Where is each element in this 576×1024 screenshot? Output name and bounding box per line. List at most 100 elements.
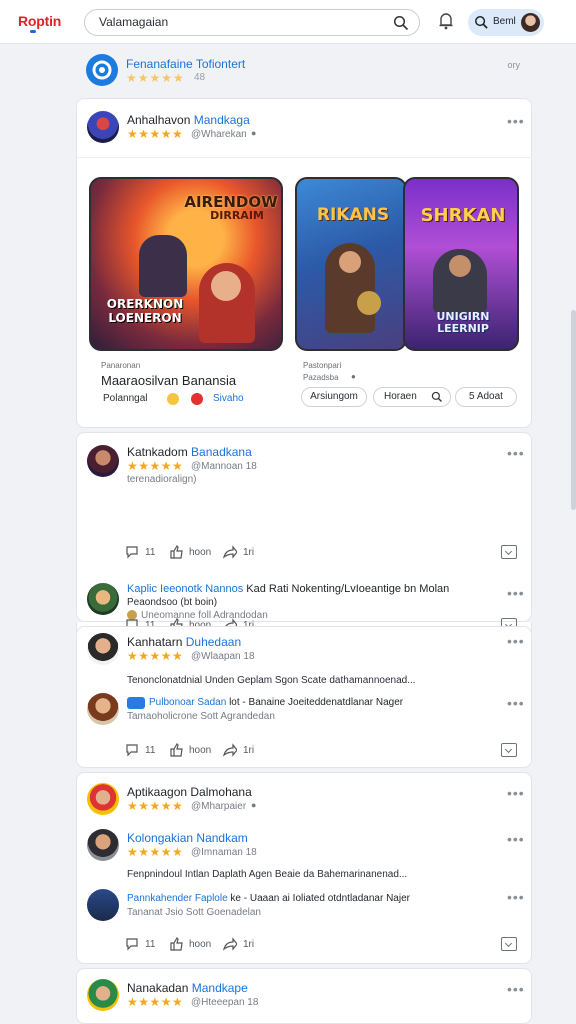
user-handle: @Wlaapan 18 [191, 651, 255, 662]
notification-icon[interactable] [438, 12, 454, 30]
user-name[interactable]: Aptikaagon Dalmohana [127, 785, 252, 799]
user-subline: terenadioralign) [127, 474, 197, 485]
game-tag: Polanngal [103, 393, 148, 404]
post-card: Nanakadan Mandkape ★★★★★ @Hteeepan 18 ••… [76, 968, 532, 1024]
more-options-icon[interactable]: ••• [507, 695, 525, 711]
cover-tagline: ORERKNON LOENERON [106, 297, 184, 325]
action-pill[interactable]: 5 Adoat [455, 387, 517, 407]
row-meta: ory [507, 60, 520, 70]
search-icon [431, 391, 442, 402]
user-handle: @Imnaman 18 [191, 847, 257, 858]
game-cover-image[interactable]: AIRENDOW DIRRAIM ORERKNON LOENERON [89, 177, 283, 351]
game-cover-image[interactable]: SHRKAN UNIGIRN LEERNIP [403, 177, 519, 351]
game-meta: Pastonpari [303, 361, 342, 370]
avatar[interactable] [87, 783, 119, 815]
cover-tagline: UNIGIRN LEERNIP [436, 310, 490, 335]
avatar[interactable] [87, 829, 119, 861]
game-meta: Pazadsba [303, 373, 339, 382]
save-icon[interactable] [501, 743, 517, 757]
avatar[interactable] [87, 583, 119, 615]
cover-subtitle: DIRRAIM [210, 209, 264, 222]
verified-icon: ● [251, 800, 257, 810]
search-icon[interactable] [393, 15, 409, 31]
rating-stars: ★★★★★ [127, 799, 184, 813]
share-icon[interactable] [223, 545, 237, 559]
user-name[interactable]: Anhalhavon Mandkaga [127, 113, 250, 127]
user-handle: @Mharpaier [191, 801, 247, 812]
app-icon [86, 54, 118, 86]
avatar[interactable] [87, 889, 119, 921]
like-count: hoon [189, 939, 212, 950]
user-name[interactable]: Pulbonoar Sadan lot - Banaine Joeitedden… [149, 697, 403, 708]
action-pill[interactable]: Arsiungom [301, 387, 367, 407]
game-title[interactable]: Maaraosilvan Banansia [101, 373, 236, 388]
user-handle: @Wharekan [191, 129, 247, 140]
more-options-icon[interactable]: ••• [507, 831, 525, 847]
like-icon[interactable] [169, 743, 183, 757]
share-icon[interactable] [223, 937, 237, 951]
comment-count: 11 [145, 939, 156, 950]
cover-title: RIKANS [316, 205, 390, 225]
user-name[interactable]: Pannkahender Faplole ke - Uaaan ai Iolia… [127, 893, 410, 904]
verified-icon: ● [251, 128, 257, 138]
character-face [339, 251, 361, 273]
rating-stars: ★★★★★ [127, 649, 184, 663]
user-name[interactable]: Kolongakian Nandkam [127, 831, 248, 845]
comment-icon[interactable] [125, 937, 139, 951]
share-count: 1ri [243, 745, 255, 756]
like-icon[interactable] [169, 937, 183, 951]
more-options-icon[interactable]: ••• [507, 889, 525, 905]
featured-post-card: Anhalhavon Mandkaga ★★★★★ @Wharekan ● ••… [76, 98, 533, 428]
avatar[interactable] [87, 693, 119, 725]
more-options-icon[interactable]: ••• [507, 981, 525, 997]
avatar[interactable] [87, 979, 119, 1011]
profile-chip[interactable]: Beml [468, 9, 544, 36]
badge-icon [191, 393, 203, 405]
avatar[interactable] [87, 111, 119, 143]
avatar[interactable] [87, 633, 119, 665]
game-link[interactable]: Sivaho [213, 393, 244, 404]
logo-accent [30, 30, 36, 33]
character-face [449, 255, 471, 277]
user-handle: Tananat Jsio Sott Goenadelan [127, 907, 261, 918]
share-count: 1ri [243, 939, 255, 950]
comment-count: 11 [145, 547, 156, 558]
user-name[interactable]: Katnkadom Banadkana [127, 445, 252, 459]
profile-name: Beml [493, 16, 516, 27]
app-logo[interactable]: Roptin [18, 13, 61, 29]
comment-icon[interactable] [125, 545, 139, 559]
rating-count: 48 [194, 72, 206, 83]
search-bar[interactable]: Valamagaian [84, 9, 420, 36]
search-icon [475, 16, 488, 29]
more-options-icon[interactable]: ••• [507, 113, 525, 129]
more-options-icon[interactable]: ••• [507, 585, 525, 601]
save-icon[interactable] [501, 545, 517, 559]
game-cover-image[interactable]: RIKANS [295, 177, 407, 351]
character-art [139, 235, 187, 297]
post-text: Peaondsoo (bt boin) [127, 597, 218, 608]
user-name[interactable]: Nanakadan Mandkape [127, 981, 248, 995]
rating-stars: ★★★★★ [127, 127, 184, 141]
more-options-icon[interactable]: ••• [507, 633, 525, 649]
avatar[interactable] [87, 445, 119, 477]
more-options-icon[interactable]: ••• [507, 785, 525, 801]
scrollbar[interactable] [571, 310, 576, 510]
share-icon[interactable] [223, 743, 237, 757]
suggested-app-row[interactable]: Fenanafaine Tofiontert ★★★★★ 48 ory [76, 44, 532, 96]
more-options-icon[interactable]: ••• [507, 445, 525, 461]
post-card: Kanhatarn Duhedaan ★★★★★ @Wlaapan 18 •••… [76, 626, 532, 768]
search-input[interactable]: Valamagaian [99, 15, 168, 29]
top-bar: Roptin Valamagaian Beml [0, 0, 576, 44]
post-card: Aptikaagon Dalmohana ★★★★★ @Mharpaier ● … [76, 772, 532, 964]
user-name[interactable]: Kaplic Ieeonotk Nannos Kad Rati Nokentin… [127, 583, 449, 595]
post-card: Katnkadom Banadkana ★★★★★ @Mannoan 18 te… [76, 432, 532, 622]
divider [77, 157, 533, 158]
save-icon[interactable] [501, 937, 517, 951]
verified-icon: ● [351, 372, 356, 381]
user-name[interactable]: Kanhatarn Duhedaan [127, 635, 241, 649]
comment-icon[interactable] [125, 743, 139, 757]
app-title[interactable]: Fenanafaine Tofiontert [126, 57, 245, 71]
like-icon[interactable] [169, 545, 183, 559]
rating-stars: ★★★★★ [127, 995, 184, 1009]
